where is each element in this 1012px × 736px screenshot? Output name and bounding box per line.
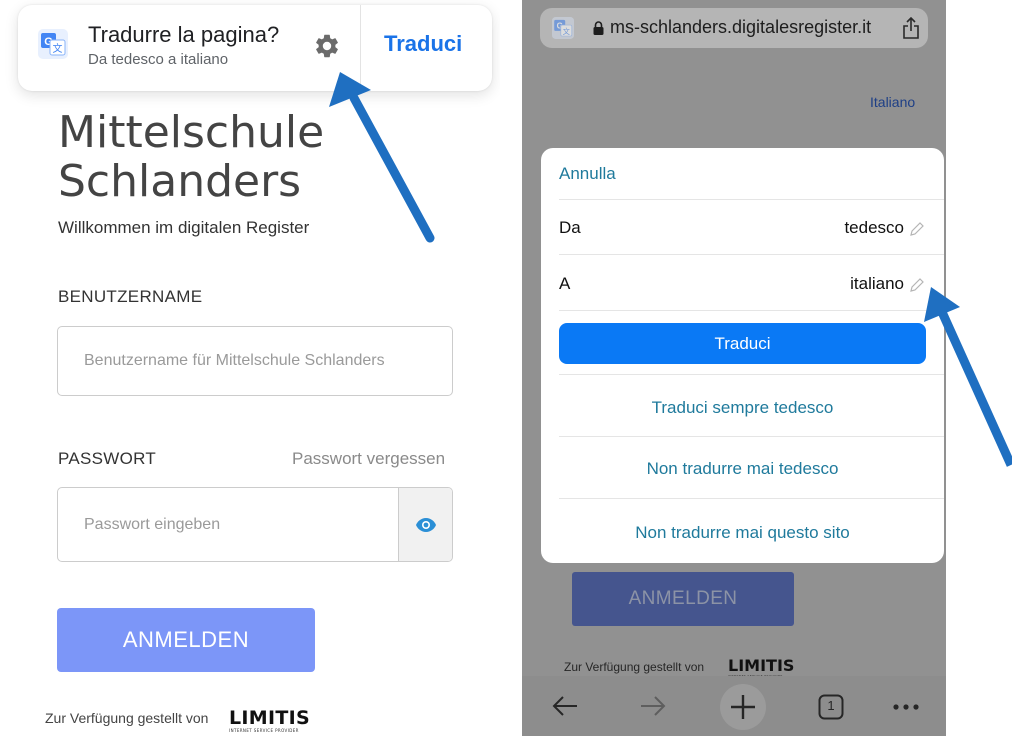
google-translate-icon: G 文 [38, 29, 68, 59]
forgot-password-link[interactable]: Passwort vergessen [292, 449, 445, 469]
limitis-tagline: INTERNET SERVICE PROVIDER [229, 728, 299, 733]
show-password-button[interactable] [398, 488, 452, 561]
to-label: A [559, 274, 571, 293]
translate-banner: G 文 Tradurre la pagina? Da tedesco a ita… [18, 5, 492, 91]
google-translate-icon[interactable]: G 文 [552, 17, 574, 39]
never-translate-site-option[interactable]: Non tradurre mai questo sito [541, 523, 944, 543]
limitis-logo: LIMITIS INTERNET SERVICE PROVIDER [229, 707, 310, 733]
school-title: Mittelschule Schlanders [58, 107, 325, 207]
banner-subtitle: Da tedesco a italiano [88, 51, 229, 68]
username-input[interactable] [57, 326, 453, 396]
left-screen: G 文 Tradurre la pagina? Da tedesco a ita… [0, 0, 500, 736]
welcome-text: Willkommen im digitalen Register [58, 218, 310, 237]
limitis-logo-text: LIMITIS [229, 707, 310, 729]
login-button-dimmed[interactable]: ANMELDEN [572, 572, 794, 626]
to-language-value[interactable]: italiano [850, 274, 904, 294]
sheet-divider [559, 254, 944, 255]
always-translate-option[interactable]: Traduci sempre tedesco [541, 398, 944, 418]
sheet-divider [559, 436, 944, 437]
banner-title: Tradurre la pagina? [88, 22, 280, 47]
more-dots-icon[interactable] [892, 703, 920, 711]
pencil-icon[interactable] [909, 221, 925, 237]
back-arrow-icon[interactable] [552, 695, 578, 717]
password-field [57, 487, 453, 562]
login-button[interactable]: ANMELDEN [57, 608, 315, 672]
password-input[interactable] [58, 488, 398, 561]
banner-translate-button[interactable]: Traduci [384, 31, 462, 57]
svg-text:文: 文 [563, 27, 571, 36]
never-translate-language-option[interactable]: Non tradurre mai tedesco [541, 459, 944, 479]
limitis-logo: LIMITIS INTERNET SERVICE PROVIDER [728, 656, 794, 678]
tab-count: 1 [827, 698, 835, 713]
footer-provided-by: Zur Verfügung gestellt von [45, 710, 209, 726]
cancel-button[interactable]: Annulla [559, 164, 616, 184]
new-tab-plus-icon[interactable] [719, 683, 767, 731]
right-screen: G 文 ms-schlanders.digitalesregister.it I… [522, 0, 946, 736]
from-language-value[interactable]: tedesco [844, 218, 904, 238]
eye-icon [415, 517, 436, 532]
translate-action-sheet: Annulla Da tedesco A italiano Traduci Tr… [541, 148, 944, 563]
sheet-divider [559, 310, 944, 311]
sheet-divider [559, 199, 944, 200]
address-bar[interactable]: G 文 ms-schlanders.digitalesregister.it [540, 8, 928, 48]
svg-text:文: 文 [53, 42, 63, 55]
footer-provided-by: Zur Verfügung gestellt von [564, 660, 705, 674]
password-label: PASSWORT [58, 449, 157, 468]
url-text: ms-schlanders.digitalesregister.it [610, 17, 872, 37]
limitis-logo-text: LIMITIS [728, 656, 795, 675]
from-label: Da [559, 218, 581, 237]
translate-button[interactable]: Traduci [559, 323, 926, 364]
pencil-icon[interactable] [909, 277, 925, 293]
sheet-divider [559, 498, 944, 499]
language-link[interactable]: Italiano [870, 94, 915, 110]
browser-toolbar: 1 [522, 676, 946, 736]
share-icon[interactable] [902, 17, 920, 39]
lock-icon [593, 21, 604, 35]
username-label: BENUTZERNAME [58, 287, 203, 306]
sheet-divider [559, 374, 944, 375]
gear-icon[interactable] [313, 32, 341, 60]
forward-arrow-icon[interactable] [640, 695, 666, 717]
banner-divider [360, 5, 361, 91]
